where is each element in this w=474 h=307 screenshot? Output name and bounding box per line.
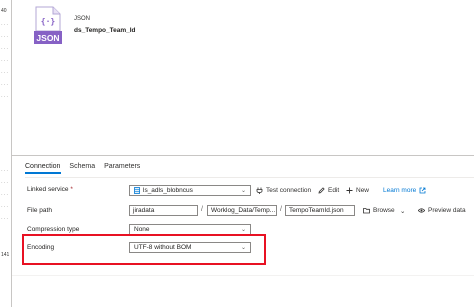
panel-divider — [12, 155, 474, 156]
test-connection-button[interactable]: Test connection — [256, 187, 311, 194]
linked-service-value: ls_adls_blobncus — [143, 187, 193, 194]
required-mark: * — [70, 186, 73, 193]
chevron-down-icon: ⌄ — [400, 208, 406, 215]
json-braces-glyph: {·} — [41, 17, 56, 26]
encoding-highlight-box — [22, 234, 266, 265]
dataset-type: JSON — [74, 16, 91, 22]
browse-button[interactable]: Browse — [363, 207, 395, 214]
gutter-number-top: 40 — [1, 8, 7, 14]
pencil-icon — [318, 187, 325, 194]
learn-more-label: Learn more — [383, 187, 417, 194]
path-separator: / — [280, 206, 282, 213]
plus-icon — [346, 187, 353, 194]
gutter-dots-lower: ··· ··· ··· ··· ··· — [1, 168, 9, 222]
linked-service-label: Linked service * — [27, 186, 73, 193]
browse-label: Browse — [373, 207, 395, 214]
file-path-directory-input[interactable]: Worklog_Data/Temp... — [207, 205, 277, 216]
gutter-number-bottom: 141 — [1, 252, 10, 258]
tab-bar: Connection Schema Parameters — [25, 163, 149, 174]
chevron-down-icon: ⌄ — [240, 188, 246, 194]
compression-type-label: Compression type — [27, 226, 80, 233]
learn-more-link[interactable]: Learn more — [383, 187, 426, 194]
new-button[interactable]: New — [346, 187, 369, 194]
file-path-file-input[interactable]: TempoTeamId.json — [285, 205, 355, 216]
browse-dropdown[interactable]: ⌄ — [400, 207, 405, 215]
new-label: New — [356, 187, 370, 194]
left-gutter: 40 ··· ··· ··· ··· ··· ··· ··· ··· ··· ··· ··· ···… — [0, 0, 12, 307]
preview-data-label: Preview data — [428, 207, 466, 214]
json-dataset-icon: {·} JSON — [34, 6, 62, 44]
dataset-name[interactable]: ds_Tempo_Team_Id — [74, 27, 136, 34]
edit-label: Edit — [328, 187, 340, 194]
external-link-icon — [419, 187, 426, 194]
eye-icon — [418, 208, 425, 213]
test-connection-label: Test connection — [266, 187, 312, 194]
tab-connection[interactable]: Connection — [25, 163, 65, 174]
storage-icon — [134, 187, 140, 194]
edit-button[interactable]: Edit — [318, 187, 339, 194]
file-path-label: File path — [27, 207, 52, 214]
plug-icon — [256, 187, 263, 194]
folder-icon — [363, 208, 370, 214]
compression-type-value: None — [134, 226, 150, 233]
gutter-dots: ··· ··· ··· ··· ··· ··· ··· — [1, 22, 9, 100]
tab-schema[interactable]: Schema — [69, 163, 100, 174]
json-icon-label: JSON — [36, 33, 59, 43]
linked-service-select[interactable]: ls_adls_blobncus ⌄ — [129, 185, 251, 196]
path-separator: / — [201, 206, 203, 213]
tabs-underline — [25, 177, 474, 178]
file-path-container-input[interactable]: jiradata — [129, 205, 198, 216]
preview-data-button[interactable]: Preview data — [418, 207, 466, 214]
tab-parameters[interactable]: Parameters — [104, 163, 145, 174]
linked-service-label-text: Linked service — [27, 186, 69, 193]
bottom-divider — [12, 275, 474, 276]
chevron-down-icon: ⌄ — [240, 227, 246, 233]
